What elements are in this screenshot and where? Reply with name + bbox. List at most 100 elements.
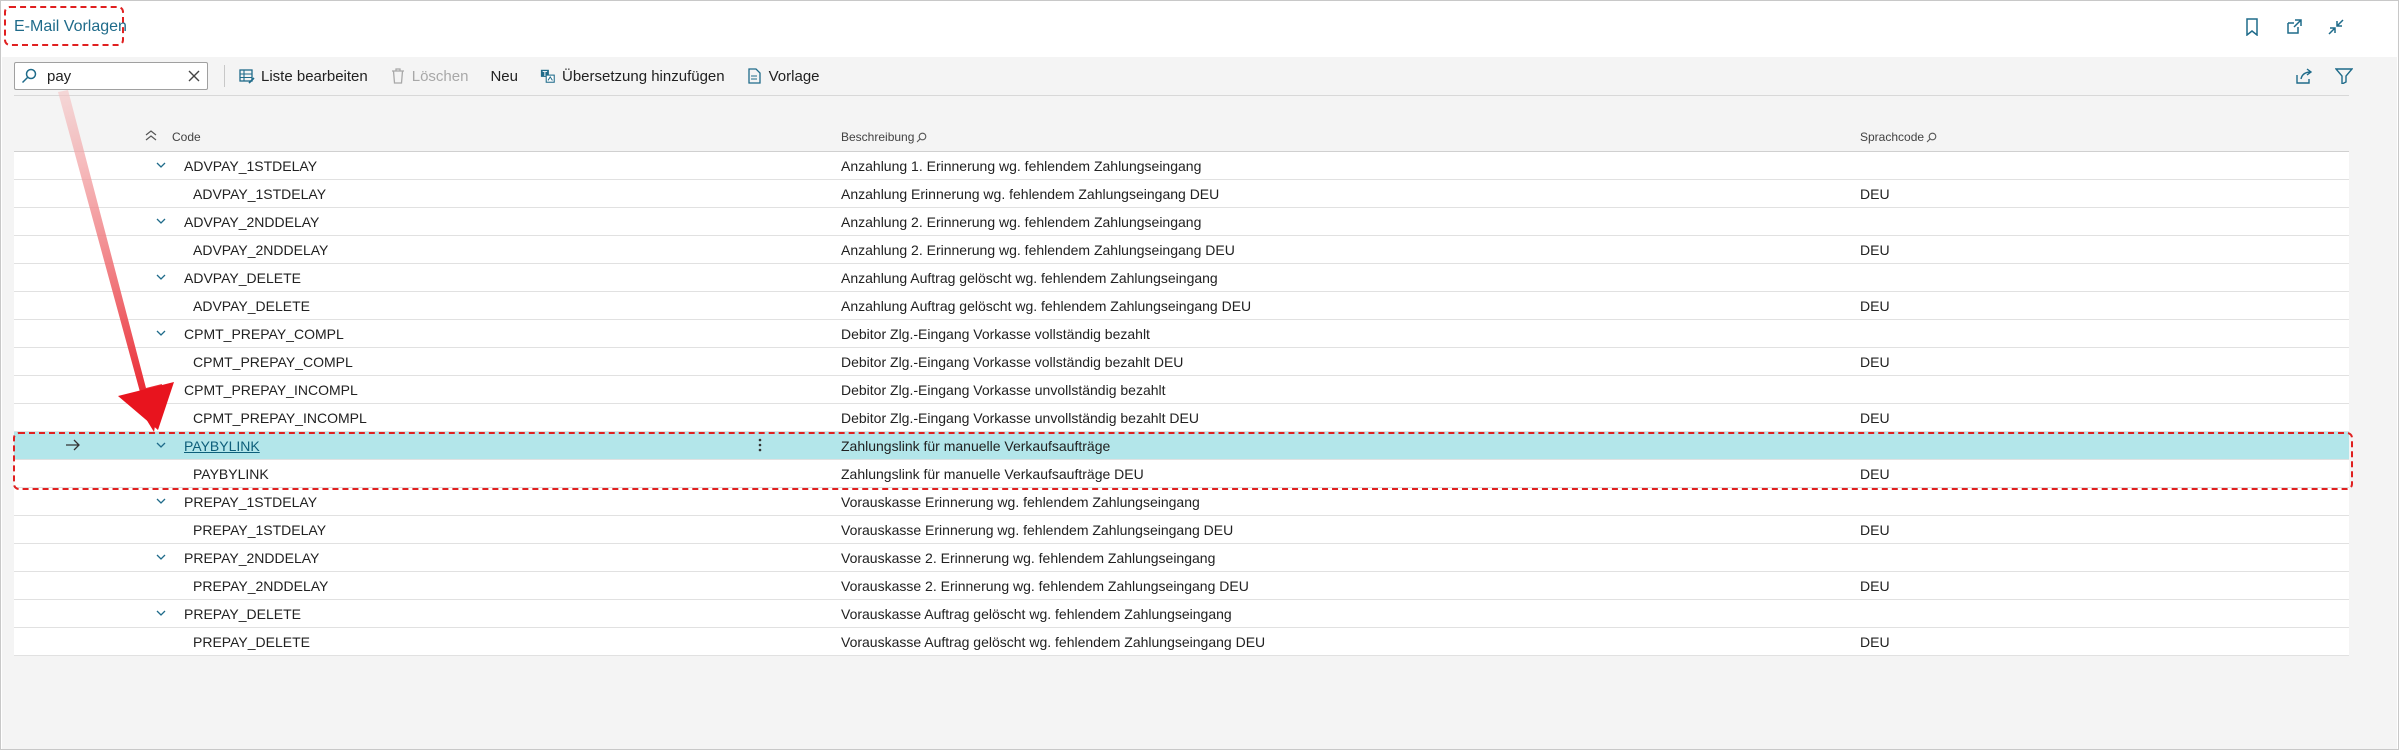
row-code[interactable]: ADVPAY_DELETE: [193, 298, 310, 314]
chevron-down-icon[interactable]: [155, 271, 167, 283]
template-button[interactable]: Vorlage: [747, 68, 820, 85]
row-language: DEU: [1860, 410, 1890, 426]
collapse-icon[interactable]: [2325, 16, 2347, 38]
table-row[interactable]: ADVPAY_1STDELAY Anzahlung 1. Erinnerung …: [14, 152, 2349, 180]
search-box[interactable]: [14, 62, 208, 90]
chevron-down-icon[interactable]: [155, 551, 167, 563]
trash-icon: [390, 68, 406, 84]
page-title: E-Mail Vorlagen: [14, 18, 127, 35]
table-row[interactable]: CPMT_PREPAY_INCOMPL Debitor Zlg.-Eingang…: [14, 376, 2349, 404]
open-new-window-icon[interactable]: [2283, 16, 2305, 38]
toolbar-divider: [14, 95, 2349, 96]
column-header-language[interactable]: Sprachcode: [1860, 130, 1937, 144]
delete-label: Löschen: [411, 67, 469, 85]
row-code[interactable]: ADVPAY_2NDDELAY: [184, 214, 319, 230]
chevron-down-icon[interactable]: [155, 215, 167, 227]
row-code[interactable]: ADVPAY_1STDELAY: [193, 186, 326, 202]
window-actions: [2241, 16, 2347, 38]
chevron-down-icon[interactable]: [155, 607, 167, 619]
table-row[interactable]: PAYBYLINK Zahlungslink für manuelle Verk…: [14, 460, 2349, 488]
share-icon[interactable]: [2294, 66, 2314, 86]
table-row[interactable]: CPMT_PREPAY_COMPL Debitor Zlg.-Eingang V…: [14, 320, 2349, 348]
row-description: Anzahlung Auftrag gelöscht wg. fehlendem…: [841, 298, 1252, 314]
row-code[interactable]: PAYBYLINK: [193, 466, 269, 482]
table-row[interactable]: ADVPAY_1STDELAY Anzahlung Erinnerung wg.…: [14, 180, 2349, 208]
row-language: DEU: [1860, 298, 1890, 314]
row-description: Debitor Zlg.-Eingang Vorkasse unvollstän…: [841, 382, 1166, 398]
row-code[interactable]: ADVPAY_1STDELAY: [184, 158, 317, 174]
row-description: Vorauskasse Auftrag gelöscht wg. fehlend…: [841, 606, 1232, 622]
clear-search-icon[interactable]: [187, 69, 201, 83]
row-code[interactable]: ADVPAY_DELETE: [184, 270, 301, 286]
row-code[interactable]: PREPAY_DELETE: [193, 634, 310, 650]
action-bar: Liste bearbeiten Löschen Neu Übersetzung…: [14, 60, 2354, 92]
table-row[interactable]: PREPAY_1STDELAY Vorauskasse Erinnerung w…: [14, 488, 2349, 516]
row-description: Zahlungslink für manuelle Verkaufsaufträ…: [841, 438, 1111, 454]
collapse-all-icon[interactable]: [144, 128, 158, 142]
column-header-code[interactable]: Code: [172, 130, 201, 144]
new-button[interactable]: Neu: [490, 68, 518, 85]
column-header-description[interactable]: Beschreibung: [841, 130, 927, 144]
table-row-selected[interactable]: PAYBYLINK Zahlungslink für manuelle Verk…: [14, 432, 2349, 460]
template-label: Vorlage: [768, 67, 820, 85]
row-description: Anzahlung 2. Erinnerung wg. fehlendem Za…: [841, 242, 1235, 258]
edit-list-label: Liste bearbeiten: [261, 67, 368, 85]
row-code[interactable]: PREPAY_1STDELAY: [184, 494, 317, 510]
row-description: Debitor Zlg.-Eingang Vorkasse vollständi…: [841, 326, 1150, 342]
row-description: Vorauskasse Erinnerung wg. fehlendem Zah…: [841, 522, 1234, 538]
row-language: DEU: [1860, 522, 1890, 538]
row-description: Vorauskasse Auftrag gelöscht wg. fehlend…: [841, 634, 1266, 650]
row-description: Vorauskasse Erinnerung wg. fehlendem Zah…: [841, 494, 1200, 510]
row-description: Debitor Zlg.-Eingang Vorkasse vollständi…: [841, 354, 1184, 370]
row-code[interactable]: PREPAY_2NDDELAY: [193, 578, 328, 594]
chevron-down-icon[interactable]: [155, 159, 167, 171]
row-code[interactable]: PREPAY_2NDDELAY: [184, 550, 319, 566]
row-code-link[interactable]: PAYBYLINK: [184, 438, 260, 454]
search-input[interactable]: [45, 66, 187, 86]
row-language: DEU: [1860, 186, 1890, 202]
row-language: DEU: [1860, 354, 1890, 370]
row-code[interactable]: CPMT_PREPAY_COMPL: [193, 354, 353, 370]
row-description: Anzahlung Auftrag gelöscht wg. fehlendem…: [841, 270, 1218, 286]
templates-grid: Code Beschreibung Sprachcode ADVPAY_1STD…: [14, 122, 2349, 656]
table-row[interactable]: PREPAY_2NDDELAY Vorauskasse 2. Erinnerun…: [14, 572, 2349, 600]
table-row[interactable]: ADVPAY_DELETE Anzahlung Auftrag gelöscht…: [14, 264, 2349, 292]
delete-button[interactable]: Löschen: [390, 67, 469, 85]
row-language: DEU: [1860, 578, 1890, 594]
row-code[interactable]: CPMT_PREPAY_INCOMPL: [184, 382, 358, 398]
row-code[interactable]: CPMT_PREPAY_INCOMPL: [193, 410, 367, 426]
row-description: Anzahlung 2. Erinnerung wg. fehlendem Za…: [841, 214, 1202, 230]
row-description: Debitor Zlg.-Eingang Vorkasse unvollstän…: [841, 410, 1199, 426]
chevron-down-icon[interactable]: [155, 495, 167, 507]
bookmark-icon[interactable]: [2241, 16, 2263, 38]
current-row-arrow-icon: [64, 437, 82, 453]
row-description: Zahlungslink für manuelle Verkaufsaufträ…: [841, 466, 1144, 482]
row-code[interactable]: PREPAY_1STDELAY: [193, 522, 326, 538]
add-translation-button[interactable]: Übersetzung hinzufügen: [540, 68, 725, 85]
row-description: Vorauskasse 2. Erinnerung wg. fehlendem …: [841, 578, 1249, 594]
filter-icon[interactable]: [2334, 66, 2354, 86]
table-row[interactable]: PREPAY_2NDDELAY Vorauskasse 2. Erinnerun…: [14, 544, 2349, 572]
row-code[interactable]: CPMT_PREPAY_COMPL: [184, 326, 344, 342]
chevron-down-icon[interactable]: [155, 439, 167, 451]
table-row[interactable]: ADVPAY_2NDDELAY Anzahlung 2. Erinnerung …: [14, 236, 2349, 264]
table-row[interactable]: ADVPAY_2NDDELAY Anzahlung 2. Erinnerung …: [14, 208, 2349, 236]
grid-header: Code Beschreibung Sprachcode: [14, 122, 2349, 152]
row-code[interactable]: PREPAY_DELETE: [184, 606, 301, 622]
row-code[interactable]: ADVPAY_2NDDELAY: [193, 242, 328, 258]
edit-list-button[interactable]: Liste bearbeiten: [239, 68, 368, 85]
chevron-down-icon[interactable]: [155, 383, 167, 395]
table-row[interactable]: CPMT_PREPAY_COMPL Debitor Zlg.-Eingang V…: [14, 348, 2349, 376]
table-row[interactable]: PREPAY_1STDELAY Vorauskasse Erinnerung w…: [14, 516, 2349, 544]
more-options-icon[interactable]: [757, 437, 763, 453]
table-row[interactable]: PREPAY_DELETE Vorauskasse Auftrag gelösc…: [14, 600, 2349, 628]
table-row[interactable]: ADVPAY_DELETE Anzahlung Auftrag gelöscht…: [14, 292, 2349, 320]
add-translation-label: Übersetzung hinzufügen: [562, 67, 725, 85]
table-row[interactable]: PREPAY_DELETE Vorauskasse Auftrag gelösc…: [14, 628, 2349, 656]
column-search-icon: [916, 132, 927, 143]
chevron-down-icon[interactable]: [155, 327, 167, 339]
toolbar-right-actions: [2294, 66, 2354, 86]
document-icon: [747, 68, 763, 84]
table-row[interactable]: CPMT_PREPAY_INCOMPL Debitor Zlg.-Eingang…: [14, 404, 2349, 432]
row-language: DEU: [1860, 634, 1890, 650]
